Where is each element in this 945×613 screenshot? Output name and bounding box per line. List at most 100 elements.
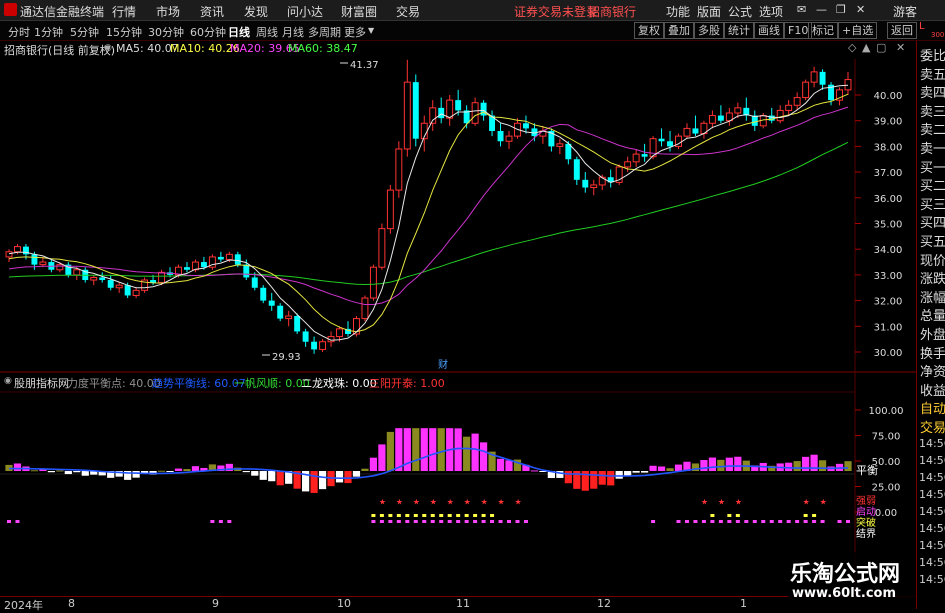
candle-body[interactable] — [785, 104, 793, 111]
candle-body[interactable] — [708, 115, 716, 124]
candle-body[interactable] — [99, 277, 106, 281]
tool-stats[interactable]: 统计 — [724, 22, 754, 39]
candle-body[interactable] — [776, 109, 784, 122]
menu-discover[interactable]: 发现 — [244, 3, 268, 20]
candle-body[interactable] — [497, 130, 504, 142]
candle-body[interactable] — [158, 271, 166, 284]
message-icon[interactable]: ✉ — [797, 3, 806, 16]
candle-body[interactable] — [844, 79, 852, 91]
tool-add-watchlist[interactable]: +自选 — [838, 22, 878, 39]
candle-body[interactable] — [251, 277, 258, 288]
menu-functions[interactable]: 功能 — [666, 3, 690, 20]
menu-wealth-circle[interactable]: 财富圈 — [341, 3, 377, 20]
candle-body[interactable] — [819, 71, 826, 85]
candle-body[interactable] — [277, 305, 284, 319]
candle-body[interactable] — [455, 100, 462, 111]
candle-body[interactable] — [90, 276, 98, 281]
menu-market[interactable]: 市场 — [156, 3, 180, 20]
candle-body[interactable] — [802, 81, 810, 99]
candle-body[interactable] — [132, 289, 140, 296]
tool-adjust[interactable]: 复权 — [634, 22, 664, 39]
candle-body[interactable] — [793, 97, 801, 106]
candle-body[interactable] — [667, 141, 673, 147]
period-1min[interactable]: 1分钟 — [34, 24, 63, 40]
candle-body[interactable] — [505, 135, 513, 142]
candle-body[interactable] — [717, 115, 724, 121]
period-multi[interactable]: 多周期 — [308, 24, 341, 40]
menu-trade[interactable]: 交易 — [396, 3, 420, 20]
candle-body[interactable] — [683, 127, 691, 137]
tool-mark[interactable]: 标记 — [808, 22, 838, 39]
candle-body[interactable] — [658, 138, 665, 142]
candle-body[interactable] — [302, 331, 309, 342]
candle-body[interactable] — [692, 128, 699, 134]
candle-body[interactable] — [624, 161, 632, 168]
period-15min[interactable]: 15分钟 — [106, 24, 142, 40]
period-more[interactable]: 更多 — [344, 24, 366, 40]
tool-drawing[interactable]: 画线 — [754, 22, 784, 39]
tool-back[interactable]: 返回 — [887, 22, 917, 39]
candle-body[interactable] — [56, 264, 64, 271]
candle-body[interactable] — [285, 315, 293, 320]
candle-body[interactable] — [260, 287, 267, 301]
candle-body[interactable] — [184, 267, 190, 270]
candle-body[interactable] — [632, 153, 640, 163]
candle-body[interactable] — [438, 107, 445, 119]
finance-event-marker[interactable]: 财 — [438, 358, 448, 371]
candle-body[interactable] — [412, 82, 419, 139]
period-weekly[interactable]: 周线 — [256, 24, 278, 40]
candle-body[interactable] — [378, 228, 386, 268]
close-icon[interactable]: ✕ — [856, 3, 865, 16]
indicator-settings-icon[interactable]: ◉ — [4, 376, 12, 386]
chevron-down-icon[interactable]: ▼ — [368, 26, 374, 35]
candle-body[interactable] — [311, 341, 318, 350]
candle-body[interactable] — [810, 71, 818, 83]
candle-body[interactable] — [39, 261, 47, 266]
guest-user[interactable]: 游客 — [893, 3, 917, 20]
candle-body[interactable] — [471, 102, 479, 124]
tool-overlay[interactable]: 叠加 — [664, 22, 694, 39]
candle-body[interactable] — [641, 154, 648, 157]
candle-body[interactable] — [556, 143, 564, 147]
candle-body[interactable] — [590, 184, 598, 189]
period-timeshare[interactable]: 分时 — [8, 24, 30, 40]
candle-body[interactable] — [582, 179, 589, 188]
candle-body[interactable] — [395, 148, 403, 191]
panel-item[interactable]: 自动 — [920, 398, 945, 417]
candle-body[interactable] — [734, 107, 742, 114]
tool-multi-stock[interactable]: 多股 — [694, 22, 724, 39]
restore-icon[interactable]: ❐ — [836, 3, 846, 16]
menu-options[interactable]: 选项 — [759, 3, 783, 20]
candle-body[interactable] — [319, 341, 327, 350]
candle-body[interactable] — [73, 269, 81, 276]
kline-chart[interactable]: 40.00 39.00 38.00 37.00 36.00 35.00 34.00 33.00… — [0, 41, 916, 595]
panel-item[interactable]: 交易 — [920, 417, 945, 436]
period-60min[interactable]: 60分钟 — [190, 24, 226, 40]
candle-body[interactable] — [361, 297, 369, 320]
candle-body[interactable] — [14, 246, 21, 253]
candle-body[interactable] — [573, 159, 580, 180]
period-monthly[interactable]: 月线 — [282, 24, 304, 40]
candle-body[interactable] — [522, 123, 529, 129]
candle-body[interactable] — [225, 253, 233, 260]
candle-body[interactable] — [31, 254, 38, 265]
candle-body[interactable] — [243, 264, 250, 278]
menu-formula[interactable]: 公式 — [728, 3, 752, 20]
candle-body[interactable] — [217, 256, 224, 260]
trade-login-notice[interactable]: 证券交易未登录 — [514, 3, 598, 20]
candle-body[interactable] — [294, 316, 301, 332]
candle-body[interactable] — [107, 280, 114, 288]
period-5min[interactable]: 5分钟 — [70, 24, 99, 40]
minimize-icon[interactable]: — — [816, 3, 827, 16]
menu-layout[interactable]: 版面 — [697, 3, 721, 20]
candle-body[interactable] — [268, 300, 275, 306]
broker-name[interactable]: 招商银行 — [588, 3, 636, 20]
candle-body[interactable] — [234, 254, 241, 265]
candle-body[interactable] — [403, 81, 411, 150]
period-30min[interactable]: 30分钟 — [148, 24, 184, 40]
candle-body[interactable] — [115, 284, 123, 289]
candle-body[interactable] — [200, 262, 207, 268]
candle-body[interactable] — [336, 328, 343, 338]
menu-assistant[interactable]: 问小达 — [287, 3, 323, 20]
candle-body[interactable] — [5, 251, 13, 258]
